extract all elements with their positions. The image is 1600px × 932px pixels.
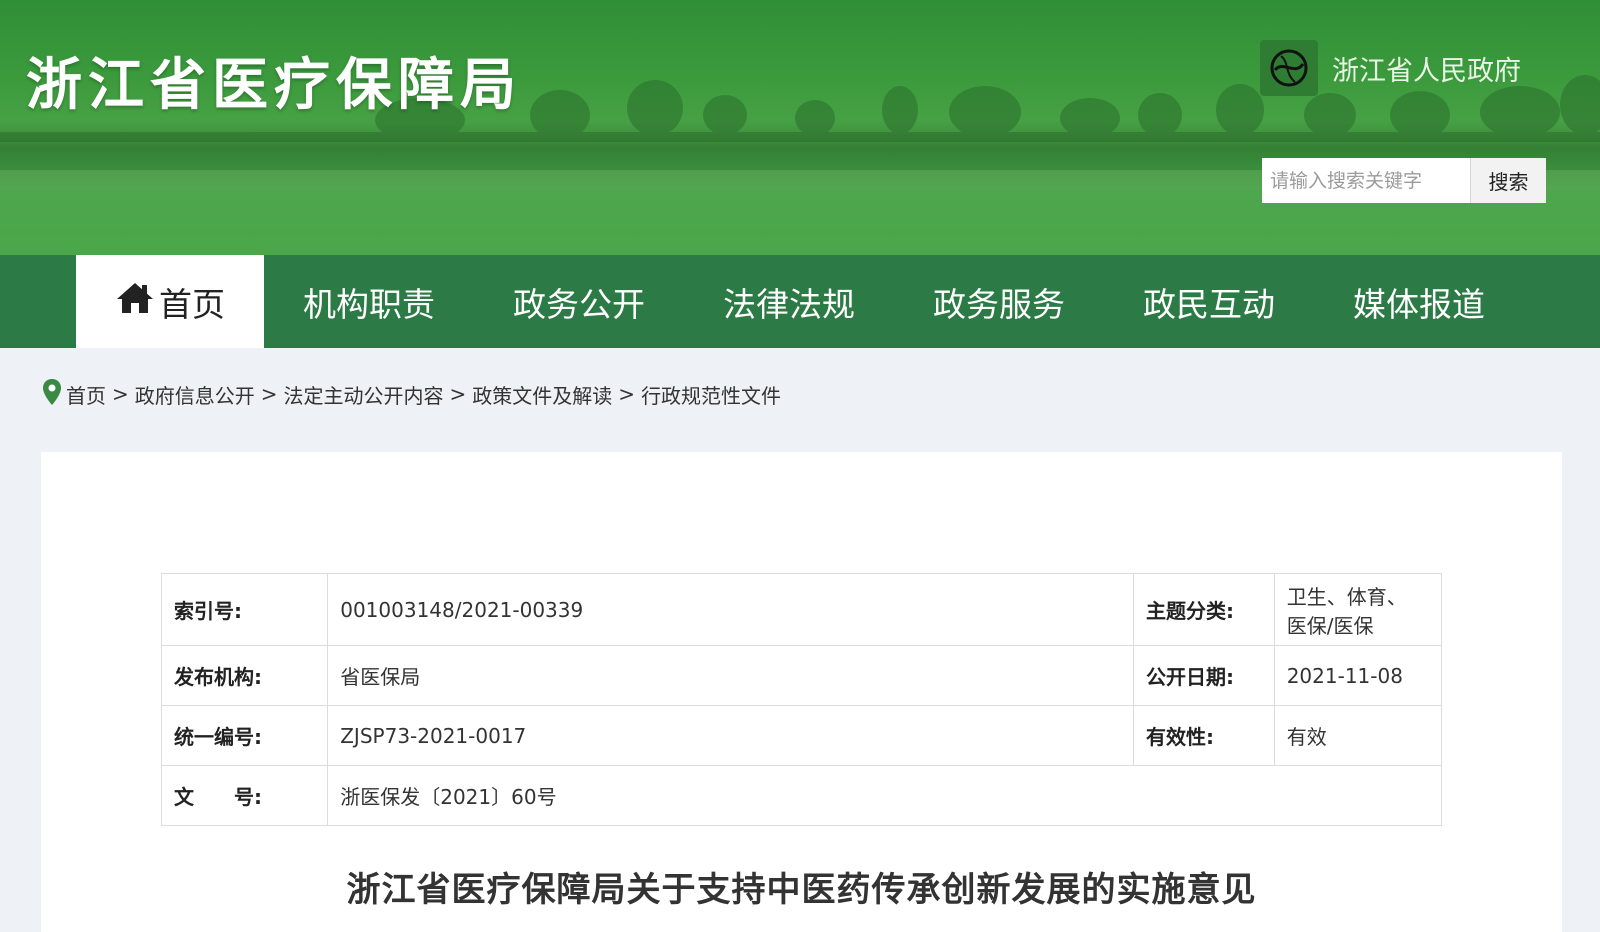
breadcrumb-policy-docs[interactable]: 政策文件及解读 bbox=[472, 380, 612, 409]
site-title[interactable]: 浙江省医疗保障局 bbox=[26, 40, 522, 121]
index-number-value: 001003148/2021-00339 bbox=[327, 573, 1134, 646]
document-metadata-table: 索引号: 001003148/2021-00339 主题分类: 卫生、体育、 医… bbox=[160, 573, 1443, 826]
breadcrumb-separator: > bbox=[618, 382, 636, 406]
breadcrumb-gov-info-open[interactable]: 政府信息公开 bbox=[135, 380, 255, 409]
table-row: 发布机构: 省医保局 公开日期: 2021-11-08 bbox=[160, 645, 1443, 706]
search-input[interactable] bbox=[1262, 158, 1471, 203]
publish-date-value: 2021-11-08 bbox=[1273, 645, 1443, 706]
home-icon bbox=[115, 281, 155, 323]
header-banner bbox=[0, 0, 1600, 255]
topic-category-value: 卫生、体育、 医保/医保 bbox=[1273, 573, 1443, 646]
breadcrumb-separator: > bbox=[112, 382, 129, 406]
nav-item-services[interactable]: 政务服务 bbox=[894, 255, 1104, 348]
breadcrumb: 首页 > 政府信息公开 > 法定主动公开内容 > 政策文件及解读 > 行政规范性… bbox=[42, 377, 781, 411]
provincial-government-link[interactable]: 浙江省人民政府 bbox=[1260, 40, 1521, 96]
breadcrumb-statutory-content[interactable]: 法定主动公开内容 bbox=[284, 380, 444, 409]
search-button[interactable]: 搜索 bbox=[1471, 158, 1546, 203]
nav-item-media[interactable]: 媒体报道 bbox=[1314, 255, 1524, 348]
topic-category-label: 主题分类: bbox=[1132, 573, 1275, 646]
breadcrumb-separator: > bbox=[260, 382, 278, 406]
nav-item-home[interactable]: 首页 bbox=[76, 255, 264, 348]
nav-item-gov-affairs-open[interactable]: 政务公开 bbox=[474, 255, 684, 348]
nav-item-interaction[interactable]: 政民互动 bbox=[1104, 255, 1314, 348]
search-box: 搜索 bbox=[1262, 158, 1546, 203]
breadcrumb-normative-docs[interactable]: 行政规范性文件 bbox=[641, 380, 781, 409]
validity-label: 有效性: bbox=[1132, 705, 1275, 766]
nav-item-laws[interactable]: 法律法规 bbox=[684, 255, 894, 348]
document-number-value: 浙医保发〔2021〕60号 bbox=[327, 765, 1442, 826]
provincial-government-label: 浙江省人民政府 bbox=[1332, 55, 1521, 87]
document-title: 浙江省医疗保障局关于支持中医药传承创新发展的实施意见 bbox=[346, 870, 1257, 910]
publish-date-label: 公开日期: bbox=[1132, 645, 1275, 706]
table-row: 统一编号: ZJSP73-2021-0017 有效性: 有效 bbox=[160, 705, 1443, 766]
breadcrumb-home[interactable]: 首页 bbox=[66, 380, 106, 409]
main-nav: 首页 机构职责 政务公开 法律法规 政务服务 政民互动 媒体报道 bbox=[0, 255, 1600, 348]
unified-code-label: 统一编号: bbox=[160, 705, 329, 766]
nav-item-institution[interactable]: 机构职责 bbox=[264, 255, 474, 348]
table-row: 文 号: 浙医保发〔2021〕60号 bbox=[160, 765, 1442, 826]
document-number-label: 文 号: bbox=[160, 765, 329, 826]
location-pin-icon bbox=[42, 378, 62, 411]
publisher-label: 发布机构: bbox=[160, 645, 329, 706]
content-panel: 索引号: 001003148/2021-00339 主题分类: 卫生、体育、 医… bbox=[41, 452, 1562, 932]
topic-category-line-1: 卫生、体育、 bbox=[1286, 584, 1407, 609]
government-emblem-icon bbox=[1260, 40, 1318, 96]
topic-category-line-2: 医保/医保 bbox=[1286, 613, 1374, 638]
validity-value: 有效 bbox=[1273, 705, 1443, 766]
index-number-label: 索引号: bbox=[160, 573, 329, 646]
unified-code-value: ZJSP73-2021-0017 bbox=[327, 705, 1134, 766]
publisher-value: 省医保局 bbox=[327, 645, 1134, 706]
breadcrumb-separator: > bbox=[449, 382, 467, 406]
nav-item-label: 首页 bbox=[159, 284, 225, 324]
table-row: 索引号: 001003148/2021-00339 主题分类: 卫生、体育、 医… bbox=[160, 573, 1443, 646]
